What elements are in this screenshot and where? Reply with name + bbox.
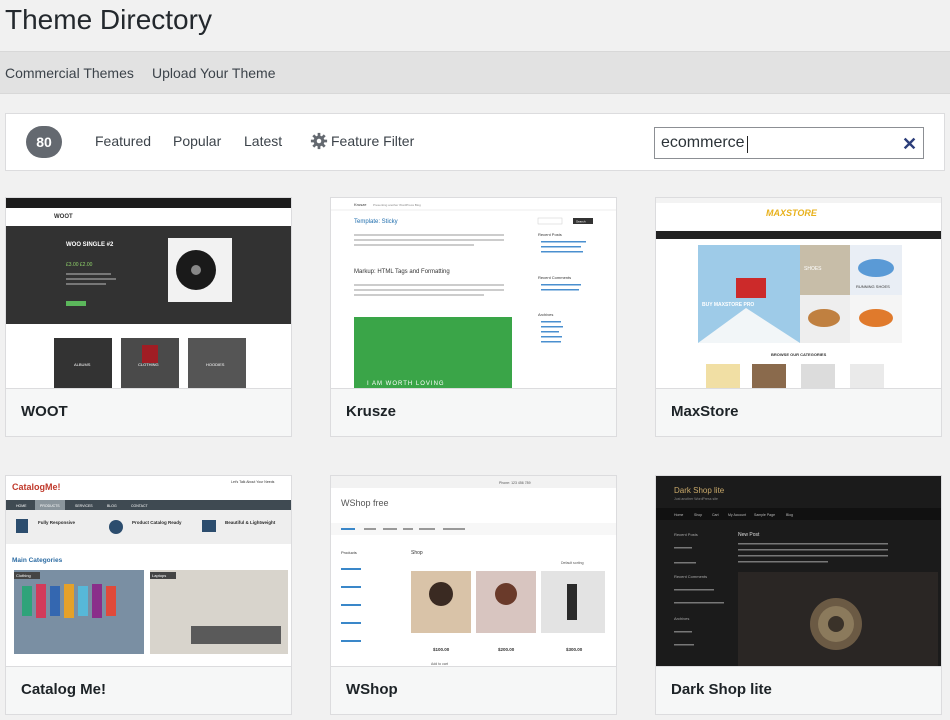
theme-screenshot[interactable]: MAXSTORE BUY MAXSTORE PRO SHOES RUNNING …: [656, 198, 941, 388]
theme-screenshot[interactable]: Krusze Presenting another WordPress Blog…: [331, 198, 616, 388]
woot-cat-2: CLOTHING: [138, 362, 159, 367]
theme-screenshot[interactable]: WOOT WOO SINGLE #2 £3.00 £2.00 ALBUMS CL…: [6, 198, 291, 388]
page-title: Theme Directory: [5, 4, 212, 35]
wshop-price-1: $100.00: [433, 647, 450, 652]
darkshop-nav-shop: Shop: [694, 513, 702, 517]
krusze-widget-1: Recent Posts: [538, 232, 562, 237]
catalog-nav-home: HOME: [16, 504, 27, 508]
theme-name[interactable]: WOOT: [6, 388, 291, 436]
krusze-search-btn: Search: [576, 220, 586, 224]
darkshop-brand: Dark Shop lite: [674, 486, 725, 495]
darkshop-nav-sample: Sample Page: [754, 513, 775, 517]
catalog-cat-laptops: Laptops: [152, 573, 166, 578]
theme-name[interactable]: MaxStore: [656, 388, 941, 436]
maxstore-running: RUNNING SHOES: [856, 284, 890, 289]
filter-popular[interactable]: Popular: [173, 133, 221, 149]
catalog-nav-contact: CONTACT: [131, 504, 149, 508]
woot-price: £3.00 £2.00: [66, 262, 93, 268]
commercial-themes-link[interactable]: Commercial Themes: [5, 65, 134, 81]
catalog-feature-3: Beautiful & Lightweight: [225, 520, 276, 525]
wshop-phone: Phone: 123 456 789: [499, 481, 531, 485]
krusze-tagline: Presenting another WordPress Blog: [373, 203, 421, 207]
krusze-widget-3: Archives: [538, 312, 553, 317]
wshop-price-2: $200.00: [498, 647, 515, 652]
catalog-main-categories: Main Categories: [12, 557, 63, 564]
krusze-post-2: Markup: HTML Tags and Formatting: [354, 269, 450, 275]
catalog-brand: CatalogMe!: [12, 482, 61, 492]
theme-count-badge: 80: [26, 126, 62, 158]
catalog-feature-1: Fully Responsive: [38, 520, 76, 525]
darkshop-post-title: New Post: [738, 532, 760, 538]
darkshop-archives: Archives: [674, 616, 689, 621]
wshop-sorting: Default sorting: [561, 561, 584, 565]
catalog-nav-products: PRODUCTS: [40, 504, 60, 508]
wshop-brand: WShop free: [341, 498, 389, 508]
theme-subnav: Commercial Themes Upload Your Theme: [0, 51, 950, 94]
filter-latest[interactable]: Latest: [244, 133, 282, 149]
wshop-products-title: Products: [341, 550, 357, 555]
theme-card-catalog-me[interactable]: CatalogMe! Let's Talk About Your Needs H…: [5, 475, 292, 715]
woot-brand: WOOT: [54, 214, 73, 220]
theme-card-wshop[interactable]: Phone: 123 456 789 WShop free Shop Produ…: [330, 475, 617, 715]
theme-screenshot[interactable]: Phone: 123 456 789 WShop free Shop Produ…: [331, 476, 616, 666]
catalog-nav-blog: BLOG: [107, 504, 117, 508]
theme-card-dark-shop-lite[interactable]: Dark Shop lite Just another WordPress si…: [655, 475, 942, 715]
krusze-post-1: Template: Sticky: [354, 219, 398, 225]
darkshop-nav-home: Home: [674, 513, 683, 517]
catalog-talk: Let's Talk About Your Needs: [231, 480, 275, 484]
catalog-feature-2: Product Catalog Ready: [132, 520, 182, 525]
woot-hero-title: WOO SINGLE #2: [66, 242, 114, 248]
darkshop-recent: Recent Posts: [674, 532, 698, 537]
darkshop-tagline: Just another WordPress site: [674, 497, 718, 501]
krusze-banner: I AM WORTH LOVING: [367, 381, 445, 387]
theme-card-krusze[interactable]: Krusze Presenting another WordPress Blog…: [330, 197, 617, 437]
text-cursor: [747, 136, 748, 153]
maxstore-categories: BROWSE OUR CATEGORIES: [771, 352, 827, 357]
theme-screenshot[interactable]: CatalogMe! Let's Talk About Your Needs H…: [6, 476, 291, 666]
catalog-cat-clothing: Clothing: [16, 573, 31, 578]
search-input[interactable]: ecommerce: [654, 127, 924, 159]
woot-cat-3: HOODIES: [206, 362, 225, 367]
wshop-price-3: $300.00: [566, 647, 583, 652]
darkshop-nav-cart: Cart: [712, 513, 719, 517]
theme-name[interactable]: WShop: [331, 666, 616, 714]
darkshop-nav-account: My Account: [728, 513, 746, 517]
wshop-shop-title: Shop: [411, 550, 423, 556]
darkshop-comments: Recent Comments: [674, 574, 707, 579]
upload-theme-link[interactable]: Upload Your Theme: [152, 65, 276, 81]
theme-name[interactable]: Dark Shop lite: [656, 666, 941, 714]
maxstore-promo: BUY MAXSTORE PRO: [702, 302, 754, 308]
krusze-widget-2: Recent Comments: [538, 275, 571, 280]
theme-name[interactable]: Catalog Me!: [6, 666, 291, 714]
darkshop-nav-blog: Blog: [786, 513, 793, 517]
gear-icon[interactable]: [310, 132, 328, 150]
woot-cat-1: ALBUMS: [74, 362, 91, 367]
filter-featured[interactable]: Featured: [95, 133, 151, 149]
clear-search-icon[interactable]: ✕: [902, 134, 917, 155]
theme-card-maxstore[interactable]: MAXSTORE BUY MAXSTORE PRO SHOES RUNNING …: [655, 197, 942, 437]
theme-name[interactable]: Krusze: [331, 388, 616, 436]
filter-bar: 80 Featured Popular Latest Feature Filte…: [5, 113, 945, 171]
maxstore-shoes: SHOES: [804, 266, 822, 272]
catalog-nav-services: SERVICES: [75, 504, 93, 508]
maxstore-brand: MAXSTORE: [766, 208, 818, 218]
theme-card-woot[interactable]: WOOT WOO SINGLE #2 £3.00 £2.00 ALBUMS CL…: [5, 197, 292, 437]
feature-filter-toggle[interactable]: Feature Filter: [331, 133, 414, 149]
krusze-brand: Krusze: [354, 202, 367, 207]
theme-screenshot[interactable]: Dark Shop lite Just another WordPress si…: [656, 476, 941, 666]
